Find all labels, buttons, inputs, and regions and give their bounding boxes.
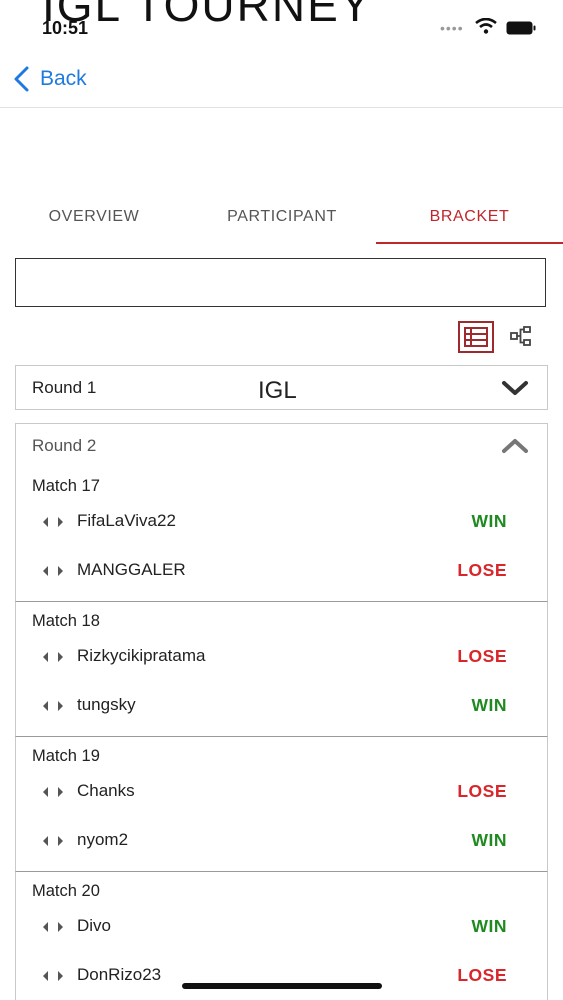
match-card: Match 20 Divo WIN DonRizo23 LOSE: [15, 872, 548, 1000]
result-badge: WIN: [471, 916, 507, 936]
match-title: Match 19: [32, 747, 100, 765]
tab-bracket[interactable]: BRACKET: [376, 190, 563, 244]
chevron-left-icon: [14, 66, 29, 92]
tab-overview[interactable]: OVERVIEW: [0, 190, 188, 244]
back-label: Back: [40, 67, 87, 90]
navigation-bar: Back: [0, 55, 563, 108]
status-time: 10:51: [42, 18, 89, 38]
match-title: Match 18: [32, 612, 100, 630]
controller-icon: [43, 971, 63, 981]
controller-icon: [43, 517, 63, 527]
player-name: MANGGALER: [77, 560, 186, 579]
player-name: FifaLaViva22: [77, 511, 176, 530]
match-card: Match 19 Chanks LOSE nyom2 WIN: [15, 737, 548, 872]
result-badge: WIN: [471, 830, 507, 850]
result-badge: WIN: [471, 511, 507, 531]
chevron-up-icon: [502, 439, 528, 453]
player-row[interactable]: FifaLaViva22 WIN: [16, 507, 547, 537]
controller-icon: [43, 701, 63, 711]
screen: IGL TOURNEY 10:51 •••• Back OVERVIEW PAR…: [0, 0, 563, 1000]
battery-icon: [506, 21, 536, 35]
list-view-icon: [464, 327, 488, 347]
match-list: Match 17 FifaLaViva22 WIN MANGGALER LOSE…: [15, 467, 548, 1000]
player-name: Divo: [77, 916, 112, 935]
home-indicator: [182, 983, 382, 989]
result-badge: LOSE: [457, 646, 507, 666]
player-name: nyom2: [77, 830, 129, 849]
round-label: Round 2: [32, 436, 97, 455]
controller-icon: [43, 836, 63, 846]
controller-icon: [43, 566, 63, 576]
match-card: Match 17 FifaLaViva22 WIN MANGGALER LOSE: [15, 467, 548, 602]
player-row[interactable]: MANGGALER LOSE: [16, 556, 547, 586]
player-row[interactable]: Rizkycikipratama LOSE: [16, 642, 547, 672]
round-center-label: IGL: [258, 377, 297, 404]
wifi-icon: [475, 18, 497, 34]
round-1-header[interactable]: Round 1 IGL: [15, 365, 548, 410]
match-title: Match 20: [32, 882, 100, 900]
controller-icon: [43, 652, 63, 662]
controller-icon: [43, 922, 63, 932]
app-title: IGL TOURNEY: [42, 0, 373, 31]
player-name: tungsky: [77, 695, 136, 714]
player-row[interactable]: Divo WIN: [16, 912, 547, 942]
tree-view-icon[interactable]: [510, 325, 532, 347]
match-title: Match 17: [32, 477, 100, 495]
player-name: DonRizo23: [77, 965, 162, 984]
search-input[interactable]: [15, 258, 546, 307]
result-badge: LOSE: [457, 781, 507, 801]
back-button[interactable]: Back: [12, 65, 87, 93]
result-badge: LOSE: [457, 965, 507, 985]
player-name: Rizkycikipratama: [77, 646, 206, 665]
round-label: Round 1: [32, 378, 97, 397]
result-badge: WIN: [471, 695, 507, 715]
match-card: Match 18 Rizkycikipratama LOSE tungsky W…: [15, 602, 548, 737]
player-row[interactable]: Chanks LOSE: [16, 777, 547, 807]
list-view-button[interactable]: [458, 321, 494, 353]
result-badge: LOSE: [457, 560, 507, 580]
player-row[interactable]: tungsky WIN: [16, 691, 547, 721]
controller-icon: [43, 787, 63, 797]
signal-icon: ••••: [440, 20, 464, 36]
chevron-down-icon: [502, 381, 528, 395]
round-2-header[interactable]: Round 2: [15, 423, 548, 468]
player-row[interactable]: nyom2 WIN: [16, 826, 547, 856]
tab-participant[interactable]: PARTICIPANT: [188, 190, 376, 244]
player-name: Chanks: [77, 781, 135, 800]
tab-bar: OVERVIEW PARTICIPANT BRACKET: [0, 190, 563, 244]
